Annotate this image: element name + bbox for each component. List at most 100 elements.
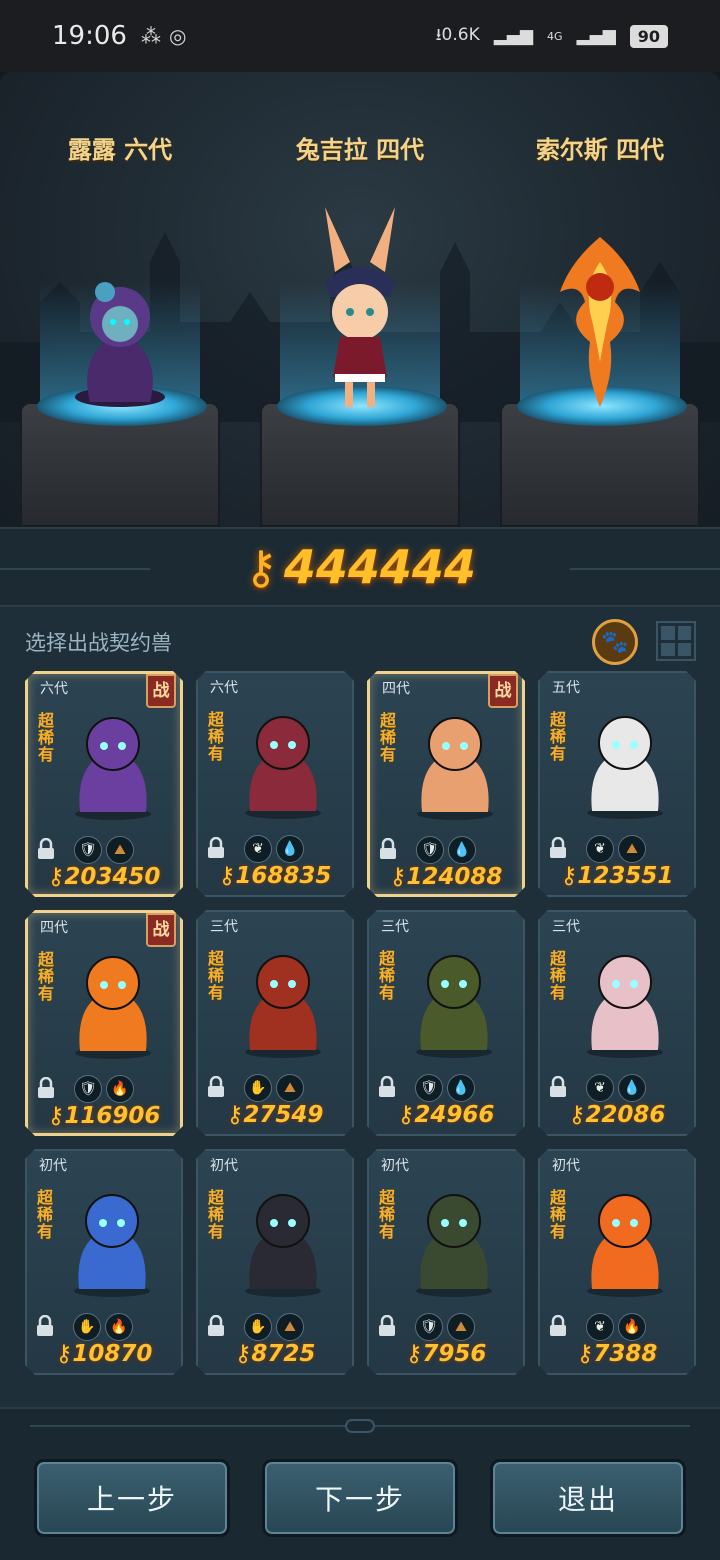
power-amount: 7956 bbox=[422, 1341, 487, 1367]
key-icon: ⚷ bbox=[568, 1102, 586, 1128]
creature-card[interactable]: 四代 超稀有战 🛡 🔥 ⚷116906 bbox=[25, 910, 183, 1136]
creature-portrait-icon bbox=[587, 955, 663, 1058]
lock-icon[interactable] bbox=[36, 1076, 56, 1099]
featured-slot-1[interactable]: 露露 六代 bbox=[0, 72, 240, 527]
panel-title: 选择出战契约兽 bbox=[25, 631, 172, 655]
key-icon: ⚷ bbox=[234, 1341, 252, 1367]
rarity-label: 超稀有 bbox=[208, 1188, 225, 1241]
power-value: ⚷7388 bbox=[540, 1341, 694, 1367]
shield-icon: 🛡 bbox=[415, 1074, 443, 1102]
power-value: ⚷24966 bbox=[369, 1102, 523, 1128]
lock-icon[interactable] bbox=[548, 1075, 568, 1098]
leaf-icon: ❦ bbox=[586, 1313, 614, 1341]
prev-step-button[interactable]: 上一步 bbox=[34, 1459, 230, 1537]
featured-name: 兔吉拉 四代 bbox=[295, 136, 425, 164]
power-amount: 123551 bbox=[577, 863, 674, 889]
grid-view-icon[interactable] bbox=[656, 621, 696, 661]
creature-card[interactable]: 四代 超稀有战 🛡 💧 ⚷124088 bbox=[367, 671, 525, 897]
featured-stage: 露露 六代 兔吉拉 四代 索尔斯 四代 bbox=[0, 72, 720, 527]
lock-icon[interactable] bbox=[548, 1314, 568, 1337]
power-amount: 168835 bbox=[235, 863, 332, 889]
clock: 19:06 bbox=[52, 21, 127, 51]
featured-name: 露露 六代 bbox=[67, 136, 173, 164]
creature-card[interactable]: 初代 超稀有 ✋ ⛰ ⚷8725 bbox=[196, 1149, 354, 1375]
lock-icon[interactable] bbox=[548, 836, 568, 859]
claw-icon: ✋ bbox=[244, 1074, 272, 1102]
lock-icon[interactable] bbox=[377, 1075, 397, 1098]
creature-card[interactable]: 三代 超稀有 🛡 💧 ⚷24966 bbox=[367, 910, 525, 1136]
battery-indicator: 90 bbox=[629, 24, 668, 48]
creature-card[interactable]: 初代 超稀有 ❦ 🔥 ⚷7388 bbox=[538, 1149, 696, 1375]
creature-portrait-icon bbox=[245, 955, 321, 1058]
lock-icon[interactable] bbox=[35, 1314, 55, 1337]
rarity-label: 超稀有 bbox=[37, 1188, 54, 1241]
earth-icon: ⛰ bbox=[276, 1074, 304, 1102]
creature-card[interactable]: 初代 超稀有 🛡 ⛰ ⚷7956 bbox=[367, 1149, 525, 1375]
network-type: 4G bbox=[546, 29, 563, 43]
generation-label: 四代 bbox=[382, 681, 410, 697]
power-value: ⚷168835 bbox=[198, 863, 352, 889]
rarity-label: 超稀有 bbox=[38, 950, 55, 1003]
key-icon: ⚷ bbox=[397, 1102, 415, 1128]
creature-portrait-icon bbox=[587, 1194, 663, 1297]
key-icon: ⚷ bbox=[389, 864, 407, 890]
rarity-label: 超稀有 bbox=[208, 710, 225, 763]
lock-icon[interactable] bbox=[206, 1075, 226, 1098]
power-amount: 124088 bbox=[406, 864, 503, 890]
lock-icon[interactable] bbox=[378, 837, 398, 860]
earth-icon: ⛰ bbox=[106, 836, 134, 864]
leaf-icon: ❦ bbox=[586, 1074, 614, 1102]
creature-card[interactable]: 六代 超稀有 ❦ 💧 ⚷168835 bbox=[196, 671, 354, 897]
power-amount: 10870 bbox=[72, 1341, 153, 1367]
power-value: ⚷116906 bbox=[28, 1103, 180, 1129]
creature-card[interactable]: 五代 超稀有 ❦ ⛰ ⚷123551 bbox=[538, 671, 696, 897]
shield-icon: 🛡 bbox=[74, 836, 102, 864]
creature-portrait-icon bbox=[74, 1194, 150, 1297]
power-value: ⚷10870 bbox=[27, 1341, 181, 1367]
lock-icon[interactable] bbox=[377, 1314, 397, 1337]
featured-slot-2[interactable]: 兔吉拉 四代 bbox=[240, 72, 480, 527]
creature-lulu-icon bbox=[75, 282, 165, 407]
signal-icon-2: ▂▄▆ bbox=[576, 26, 616, 46]
creature-portrait-icon bbox=[416, 955, 492, 1058]
creature-card[interactable]: 六代 超稀有战 🛡 ⛰ ⚷203450 bbox=[25, 671, 183, 897]
key-icon: ⚷ bbox=[576, 1341, 594, 1367]
featured-slot-3[interactable]: 索尔斯 四代 bbox=[480, 72, 720, 527]
key-icon: ⚷ bbox=[55, 1341, 73, 1367]
paw-icon[interactable]: 🐾 bbox=[592, 619, 638, 665]
currency-amount: 444444 bbox=[283, 540, 476, 594]
generation-label: 初代 bbox=[381, 1158, 409, 1174]
creature-card[interactable]: 三代 超稀有 ✋ ⛰ ⚷27549 bbox=[196, 910, 354, 1136]
power-amount: 22086 bbox=[585, 1102, 666, 1128]
lock-icon[interactable] bbox=[206, 836, 226, 859]
power-value: ⚷27549 bbox=[198, 1102, 352, 1128]
earth-icon: ⛰ bbox=[276, 1313, 304, 1341]
water-icon: 💧 bbox=[618, 1074, 646, 1102]
creature-list-panel: 选择出战契约兽 🐾 六代 超稀有战 🛡 ⛰ ⚷203450 六代 超稀有 ❦ 💧 ⚷168835 四… bbox=[0, 607, 720, 1407]
key-icon: ⚷ bbox=[47, 1103, 65, 1129]
earth-icon: ⛰ bbox=[618, 835, 646, 863]
rarity-label: 超稀有 bbox=[550, 1188, 567, 1241]
net-speed: ⭳0.6K bbox=[435, 24, 480, 45]
featured-name: 索尔斯 四代 bbox=[535, 136, 665, 164]
shield-icon: 🛡 bbox=[74, 1075, 102, 1103]
creature-card[interactable]: 初代 超稀有 ✋ 🔥 ⚷10870 bbox=[25, 1149, 183, 1375]
currency-bar: ⚷ 444444 bbox=[0, 527, 720, 607]
leaf-icon: ❦ bbox=[244, 835, 272, 863]
creature-card[interactable]: 三代 超稀有 ❦ 💧 ⚷22086 bbox=[538, 910, 696, 1136]
key-icon: ⚷ bbox=[218, 863, 236, 889]
key-icon: ⚷ bbox=[244, 540, 278, 594]
lock-icon[interactable] bbox=[206, 1314, 226, 1337]
power-amount: 27549 bbox=[243, 1102, 324, 1128]
creature-portrait-icon bbox=[587, 716, 663, 819]
creature-portrait-icon bbox=[245, 1194, 321, 1297]
exit-button[interactable]: 退出 bbox=[490, 1459, 686, 1537]
next-step-button[interactable]: 下一步 bbox=[262, 1459, 458, 1537]
key-icon: ⚷ bbox=[560, 863, 578, 889]
pedestal bbox=[20, 386, 220, 527]
power-value: ⚷124088 bbox=[370, 864, 522, 890]
earth-icon: ⛰ bbox=[447, 1313, 475, 1341]
lock-icon[interactable] bbox=[36, 837, 56, 860]
creature-portrait-icon bbox=[417, 717, 493, 820]
fire-icon: 🔥 bbox=[105, 1313, 133, 1341]
